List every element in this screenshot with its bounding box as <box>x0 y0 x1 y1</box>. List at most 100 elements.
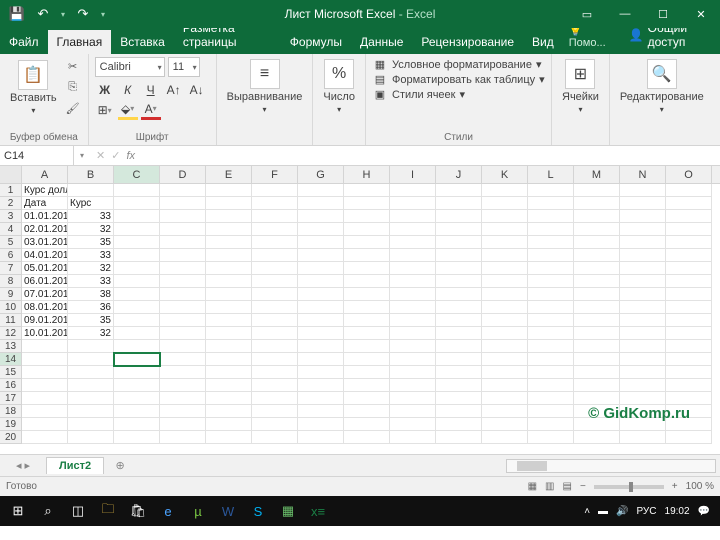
row-header[interactable]: 12 <box>0 327 22 340</box>
cell[interactable] <box>436 236 482 249</box>
cell[interactable] <box>482 236 528 249</box>
cell[interactable] <box>390 392 436 405</box>
cell[interactable] <box>620 353 666 366</box>
tab-data[interactable]: Данные <box>351 30 412 54</box>
borders-button[interactable]: ⊞ <box>95 100 115 120</box>
cell[interactable] <box>344 301 390 314</box>
zoom-level[interactable]: 100 % <box>686 481 714 492</box>
cell[interactable]: 08.01.2016 <box>22 301 68 314</box>
cell[interactable] <box>436 340 482 353</box>
cell[interactable] <box>574 314 620 327</box>
cell[interactable] <box>206 275 252 288</box>
cell[interactable] <box>344 223 390 236</box>
alignment-button[interactable]: ≡ Выравнивание▾ <box>223 57 307 116</box>
cell[interactable] <box>574 301 620 314</box>
cell[interactable] <box>252 249 298 262</box>
cell[interactable] <box>390 288 436 301</box>
cell[interactable] <box>114 275 160 288</box>
cell[interactable] <box>620 275 666 288</box>
cell[interactable]: 07.01.2016 <box>22 288 68 301</box>
cell[interactable] <box>390 197 436 210</box>
cell[interactable] <box>620 327 666 340</box>
row-header[interactable]: 11 <box>0 314 22 327</box>
cell[interactable] <box>528 223 574 236</box>
task-view-icon[interactable]: ◫ <box>64 497 92 525</box>
cell[interactable] <box>436 210 482 223</box>
cell[interactable] <box>298 431 344 444</box>
cell[interactable] <box>344 379 390 392</box>
number-button[interactable]: % Число▾ <box>319 57 359 116</box>
cell[interactable] <box>252 405 298 418</box>
cell[interactable] <box>528 288 574 301</box>
cell[interactable] <box>252 366 298 379</box>
cell[interactable] <box>114 249 160 262</box>
cell[interactable] <box>206 327 252 340</box>
cell[interactable] <box>344 314 390 327</box>
cell[interactable] <box>114 431 160 444</box>
cell[interactable] <box>390 366 436 379</box>
cell[interactable] <box>22 353 68 366</box>
column-header[interactable]: F <box>252 166 298 183</box>
format-as-table-button[interactable]: ▤Форматировать как таблицу ▾ <box>372 72 545 87</box>
store-icon[interactable]: 🛍 <box>124 497 152 525</box>
cell[interactable] <box>298 249 344 262</box>
cell[interactable] <box>666 327 712 340</box>
cell[interactable] <box>666 340 712 353</box>
cell[interactable] <box>22 379 68 392</box>
bold-button[interactable]: Ж <box>95 80 115 100</box>
cell[interactable] <box>298 418 344 431</box>
cell[interactable] <box>206 262 252 275</box>
cell[interactable]: Курс доллара <box>22 184 68 197</box>
cell[interactable] <box>252 288 298 301</box>
maximize-icon[interactable]: ☐ <box>644 0 682 28</box>
cell[interactable] <box>114 379 160 392</box>
cell[interactable] <box>206 184 252 197</box>
cell[interactable] <box>390 353 436 366</box>
cell[interactable] <box>528 301 574 314</box>
cell[interactable] <box>666 353 712 366</box>
cell[interactable] <box>436 327 482 340</box>
cell[interactable] <box>574 353 620 366</box>
cell[interactable] <box>68 405 114 418</box>
cell[interactable] <box>114 288 160 301</box>
cell[interactable] <box>528 340 574 353</box>
tab-view[interactable]: Вид <box>523 30 563 54</box>
cell[interactable] <box>620 392 666 405</box>
cell[interactable] <box>482 184 528 197</box>
cell[interactable] <box>482 405 528 418</box>
cell[interactable]: 03.01.2016 <box>22 236 68 249</box>
cut-icon[interactable]: ✂ <box>64 57 82 75</box>
cell[interactable] <box>528 236 574 249</box>
cell[interactable] <box>620 223 666 236</box>
cell[interactable] <box>22 366 68 379</box>
minimize-icon[interactable]: — <box>606 0 644 28</box>
cell[interactable] <box>436 392 482 405</box>
column-header[interactable]: H <box>344 166 390 183</box>
cell[interactable] <box>528 327 574 340</box>
cell[interactable] <box>22 340 68 353</box>
tray-language[interactable]: РУС <box>636 506 656 517</box>
column-header[interactable]: I <box>390 166 436 183</box>
cell[interactable] <box>666 249 712 262</box>
cell[interactable] <box>298 353 344 366</box>
word-icon[interactable]: W <box>214 497 242 525</box>
row-header[interactable]: 5 <box>0 236 22 249</box>
cell-styles-button[interactable]: ▣Стили ячеек ▾ <box>372 87 545 102</box>
cell[interactable] <box>160 379 206 392</box>
cell[interactable] <box>344 184 390 197</box>
cell[interactable] <box>390 431 436 444</box>
cell[interactable] <box>252 236 298 249</box>
row-header[interactable]: 13 <box>0 340 22 353</box>
cell[interactable]: 01.01.2016 <box>22 210 68 223</box>
cell[interactable] <box>574 197 620 210</box>
cell[interactable] <box>206 301 252 314</box>
cell[interactable] <box>436 366 482 379</box>
horizontal-scrollbar[interactable] <box>506 459 716 473</box>
cell[interactable] <box>252 184 298 197</box>
cell[interactable] <box>666 275 712 288</box>
cell[interactable] <box>252 392 298 405</box>
view-normal-icon[interactable]: ▦ <box>528 481 537 492</box>
cell[interactable] <box>436 379 482 392</box>
cell[interactable] <box>298 314 344 327</box>
cell[interactable]: 35 <box>68 236 114 249</box>
